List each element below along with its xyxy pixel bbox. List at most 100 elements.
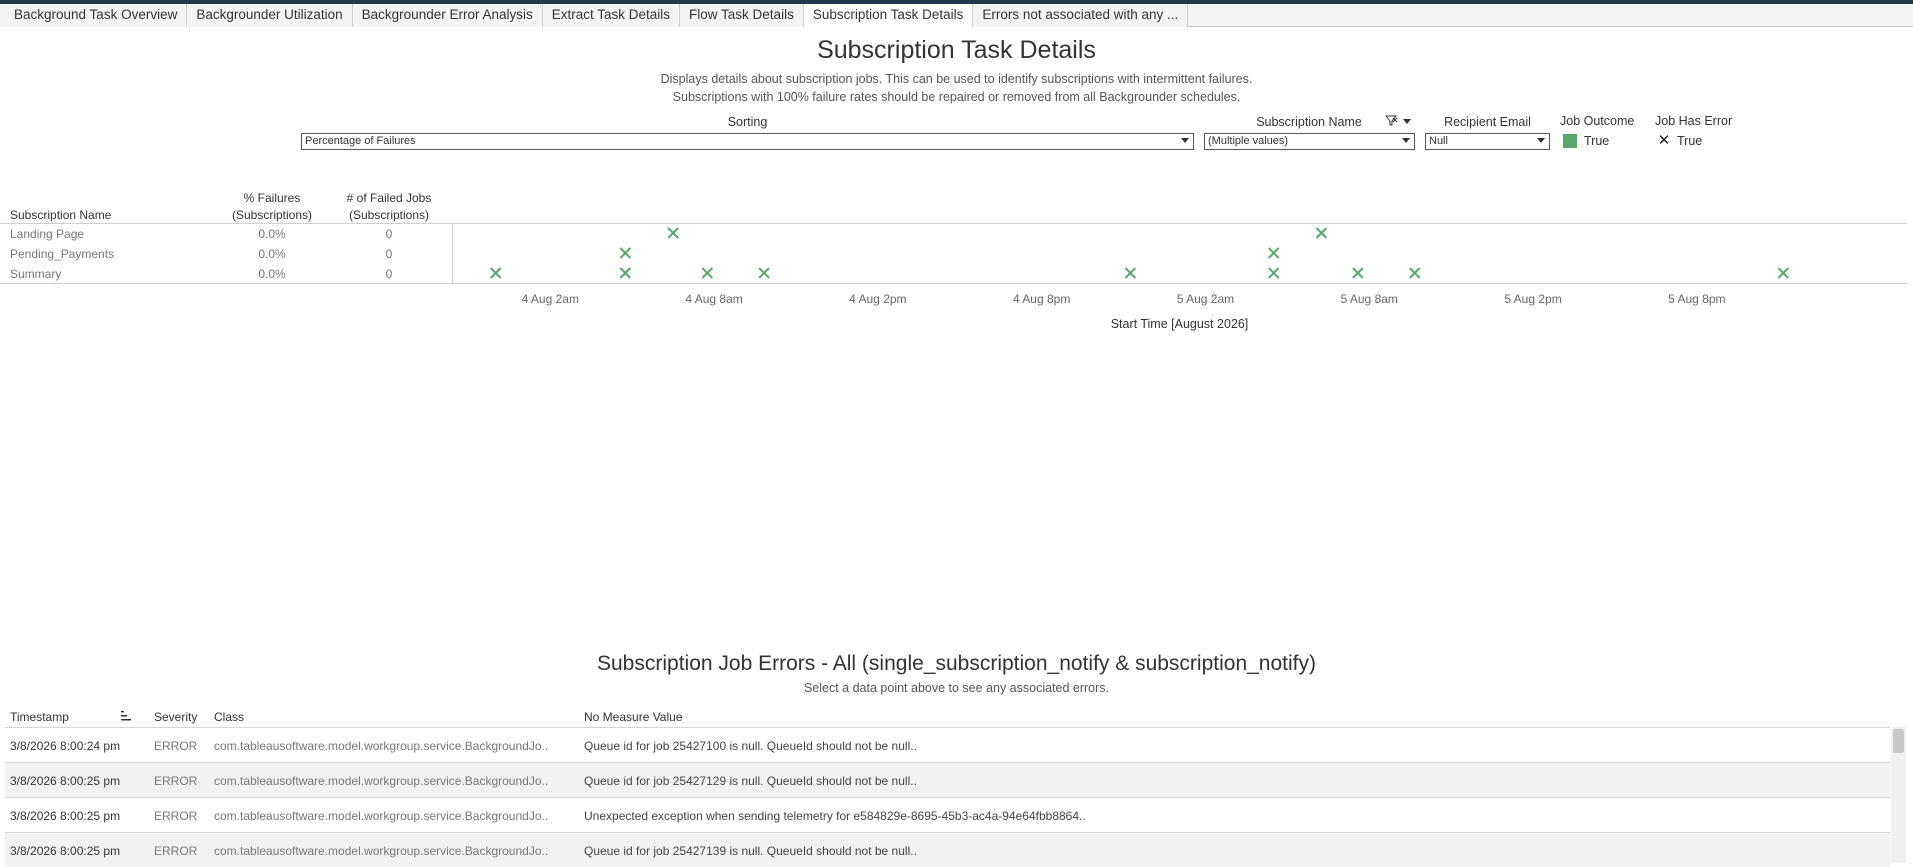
recipient-email-label: Recipient Email bbox=[1444, 115, 1531, 129]
col-header-measure-value[interactable]: No Measure Value bbox=[584, 710, 683, 724]
tab-flow-task-details[interactable]: Flow Task Details bbox=[680, 4, 804, 27]
cell-severity: ERROR bbox=[154, 844, 198, 858]
tab-errors-not-associated[interactable]: Errors not associated with any ... bbox=[973, 4, 1189, 27]
table-row[interactable]: 3/8/2026 8:00:25 pm ERROR com.tableausof… bbox=[5, 832, 1890, 867]
cell-message: Queue id for job 25427129 is null. Queue… bbox=[584, 774, 917, 788]
col-header-subscription-name[interactable]: Subscription Name bbox=[10, 208, 111, 222]
sorting-label: Sorting bbox=[727, 115, 768, 129]
subscription-name-label: Subscription Name bbox=[1256, 115, 1362, 129]
clear-filter-icon[interactable] bbox=[1385, 115, 1413, 127]
scatter-point-x-mark[interactable] bbox=[1267, 267, 1280, 279]
col-header-pct-failures[interactable]: % Failures (Subscriptions) bbox=[222, 190, 322, 224]
job-outcome-label: Job Outcome bbox=[1560, 114, 1635, 128]
row-pct: 0.0% bbox=[258, 247, 286, 261]
col-header-class[interactable]: Class bbox=[214, 710, 244, 724]
x-tick-label: 5 Aug 8pm bbox=[1668, 292, 1726, 306]
scatter-point-x-mark[interactable] bbox=[1267, 247, 1280, 259]
row-pct: 0.0% bbox=[258, 227, 286, 241]
row-count: 0 bbox=[385, 247, 393, 261]
tab-background-task-overview[interactable]: Background Task Overview bbox=[0, 4, 188, 27]
scatter-point-x-mark[interactable] bbox=[1777, 267, 1789, 279]
cell-severity: ERROR bbox=[154, 774, 198, 788]
tab-extract-task-details[interactable]: Extract Task Details bbox=[542, 4, 681, 27]
col-header-severity[interactable]: Severity bbox=[154, 710, 197, 724]
scatter-point-x-mark[interactable] bbox=[619, 247, 632, 259]
x-mark-icon: ✕ bbox=[1657, 132, 1671, 149]
chevron-down-icon bbox=[1402, 138, 1410, 143]
job-has-error-legend-label: True bbox=[1677, 134, 1703, 148]
col-header-cnt-line2: (Subscriptions) bbox=[348, 208, 430, 222]
subscription-name-select[interactable]: (Multiple values) bbox=[1204, 133, 1415, 150]
subscription-name-value: (Multiple values) bbox=[1208, 135, 1289, 147]
scatter-point-x-mark[interactable] bbox=[701, 267, 713, 279]
table-row[interactable]: 3/8/2026 8:00:25 pm ERROR com.tableausof… bbox=[5, 762, 1890, 797]
tab-backgrounder-error-analysis[interactable]: Backgrounder Error Analysis bbox=[352, 4, 543, 27]
table-row[interactable]: 3/8/2026 8:00:24 pm ERROR com.tableausof… bbox=[5, 727, 1890, 762]
row-name[interactable]: Pending_Payments bbox=[10, 247, 114, 261]
sort-descending-icon[interactable] bbox=[121, 710, 133, 722]
x-tick-label: 4 Aug 8am bbox=[685, 292, 743, 306]
row-name[interactable]: Landing Page bbox=[10, 227, 84, 241]
chevron-down-icon bbox=[1537, 138, 1545, 143]
x-tick-label: 4 Aug 2pm bbox=[849, 292, 907, 306]
x-axis-title: Start Time [August 2026] bbox=[1110, 317, 1249, 331]
tab-subscription-task-details[interactable]: Subscription Task Details bbox=[803, 4, 974, 27]
dashboard-tabs: Background Task Overview Backgrounder Ut… bbox=[0, 4, 1913, 27]
x-tick-label: 5 Aug 2pm bbox=[1504, 292, 1562, 306]
row-pct: 0.0% bbox=[258, 267, 286, 281]
col-header-pct-line1: % Failures bbox=[243, 191, 301, 205]
cell-class: com.tableausoftware.model.workgroup.serv… bbox=[214, 844, 549, 858]
job-outcome-legend-item[interactable]: True bbox=[1563, 134, 1609, 148]
cell-timestamp: 3/8/2026 8:00:25 pm bbox=[10, 809, 121, 823]
row-name[interactable]: Summary bbox=[10, 267, 61, 281]
col-header-timestamp[interactable]: Timestamp bbox=[10, 710, 69, 724]
recipient-email-select[interactable]: Null bbox=[1425, 133, 1550, 150]
cell-message: Unexpected exception when sending teleme… bbox=[584, 809, 1086, 823]
page-description: Displays details about subscription jobs… bbox=[0, 70, 1913, 106]
scatter-point-x-mark[interactable] bbox=[489, 267, 502, 279]
scatter-point-x-mark[interactable] bbox=[1315, 227, 1328, 239]
job-has-error-label: Job Has Error bbox=[1655, 114, 1733, 128]
scatter-point-x-mark[interactable] bbox=[758, 267, 770, 279]
tab-backgrounder-utilization[interactable]: Backgrounder Utilization bbox=[187, 4, 353, 27]
cell-severity: ERROR bbox=[154, 809, 198, 823]
cell-class: com.tableausoftware.model.workgroup.serv… bbox=[214, 774, 549, 788]
x-tick-label: 5 Aug 2am bbox=[1176, 292, 1235, 306]
scatter-plot[interactable] bbox=[452, 223, 1907, 284]
cell-timestamp: 3/8/2026 8:00:25 pm bbox=[10, 844, 121, 858]
scatter-point-x-mark[interactable] bbox=[1124, 267, 1137, 279]
scrollbar-thumb[interactable] bbox=[1893, 729, 1904, 753]
row-count: 0 bbox=[385, 227, 393, 241]
green-swatch-icon bbox=[1563, 134, 1577, 148]
cell-message: Queue id for job 25427139 is null. Queue… bbox=[584, 844, 917, 858]
page-title: Subscription Task Details bbox=[817, 36, 1096, 64]
cell-message: Queue id for job 25427100 is null. Queue… bbox=[584, 739, 917, 753]
cell-class: com.tableausoftware.model.workgroup.serv… bbox=[214, 809, 549, 823]
scatter-point-x-mark[interactable] bbox=[1409, 267, 1421, 279]
description-line-1: Displays details about subscription jobs… bbox=[660, 72, 1253, 86]
scatter-point-x-mark[interactable] bbox=[667, 227, 679, 239]
cell-timestamp: 3/8/2026 8:00:25 pm bbox=[10, 774, 121, 788]
x-tick-label: 4 Aug 2am bbox=[521, 292, 579, 306]
row-count: 0 bbox=[385, 267, 393, 281]
job-has-error-legend-item[interactable]: ✕ True bbox=[1657, 132, 1703, 149]
x-tick-label: 5 Aug 8am bbox=[1340, 292, 1398, 306]
col-header-failed-jobs[interactable]: # of Failed Jobs (Subscriptions) bbox=[334, 190, 444, 224]
sorting-value: Percentage of Failures bbox=[305, 135, 416, 147]
col-header-cnt-line1: # of Failed Jobs bbox=[346, 191, 432, 205]
job-outcome-legend-label: True bbox=[1584, 134, 1610, 148]
table-row[interactable]: 3/8/2026 8:00:25 pm ERROR com.tableausof… bbox=[5, 797, 1890, 832]
cell-severity: ERROR bbox=[154, 739, 198, 753]
scatter-point-x-mark[interactable] bbox=[619, 267, 632, 279]
errors-section-title: Subscription Job Errors - All (single_su… bbox=[597, 652, 1316, 675]
x-axis: 4 Aug 2am 4 Aug 8am 4 Aug 2pm 4 Aug 8pm 5 Au… bbox=[452, 292, 1907, 308]
table-scrollbar[interactable] bbox=[1891, 727, 1906, 863]
scatter-point-x-mark[interactable] bbox=[1352, 267, 1364, 279]
description-line-2: Subscriptions with 100% failure rates sh… bbox=[672, 90, 1241, 104]
cell-timestamp: 3/8/2026 8:00:24 pm bbox=[10, 739, 121, 753]
errors-section-subtitle: Select a data point above to see any ass… bbox=[803, 681, 1110, 695]
col-header-pct-line2: (Subscriptions) bbox=[231, 208, 313, 222]
x-tick-label: 4 Aug 8pm bbox=[1012, 292, 1071, 306]
cell-class: com.tableausoftware.model.workgroup.serv… bbox=[214, 739, 549, 753]
sorting-select[interactable]: Percentage of Failures bbox=[301, 133, 1194, 150]
